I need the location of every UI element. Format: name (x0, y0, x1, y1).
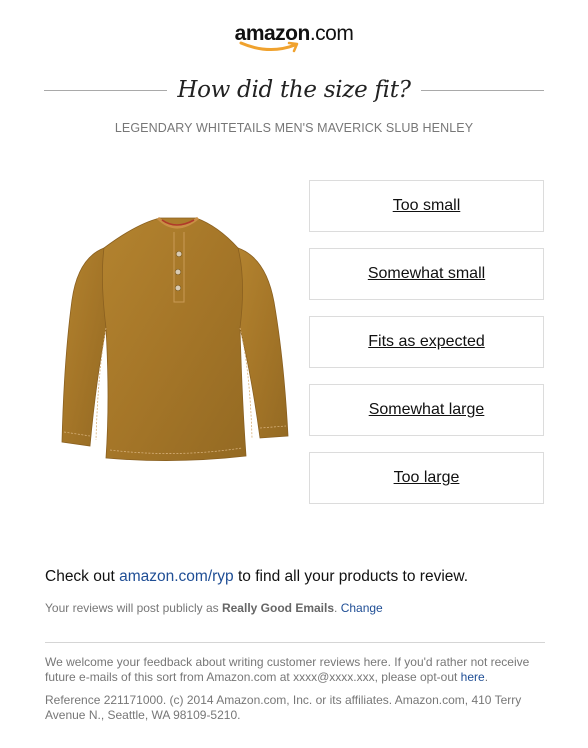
public-reviews-notice: Your reviews will post publicly as Reall… (45, 601, 383, 615)
footer-feedback: We welcome your feedback about writing c… (45, 655, 545, 685)
option-somewhat-large[interactable]: Somewhat large (309, 384, 544, 436)
shirt-right-sleeve (237, 247, 289, 439)
headline-rule-left (44, 89, 168, 91)
headline-row: How did the size fit? (44, 74, 544, 106)
optout-link[interactable]: here (461, 670, 485, 684)
headline-rule-right (420, 89, 544, 91)
change-name-link[interactable]: Change (341, 601, 383, 615)
page-title: How did the size fit? (177, 77, 411, 103)
footer-feedback-text: We welcome your feedback about writing c… (45, 655, 530, 684)
shirt-button (175, 250, 183, 258)
shirt-left-sleeve (61, 247, 107, 447)
option-fits-as-expected[interactable]: Fits as expected (309, 316, 544, 368)
shirt-button (174, 268, 182, 276)
public-period: . (334, 601, 341, 615)
shirt-button (174, 284, 182, 292)
logo-wordmark-tld: .com (309, 22, 354, 45)
ryp-prefix: Check out (45, 568, 120, 585)
amazon-logo[interactable]: amazon.com (0, 22, 588, 53)
product-image[interactable] (56, 210, 292, 468)
footer-legal: Reference 221171000. (c) 2014 Amazon.com… (45, 693, 522, 722)
footer-divider (45, 642, 545, 643)
optout-period: . (484, 670, 489, 684)
option-too-small[interactable]: Too small (309, 180, 544, 232)
amazon-smile-icon (239, 41, 298, 53)
option-somewhat-small[interactable]: Somewhat small (309, 248, 544, 300)
ryp-suffix: to find all your products to review. (233, 568, 469, 585)
public-prefix: Your reviews will post publicly as (45, 601, 222, 615)
product-name: LEGENDARY WHITETAILS MEN'S MAVERICK SLUB… (114, 121, 474, 135)
ryp-message: Check out amazon.com/ryp to find all you… (45, 568, 468, 586)
size-fit-options: Too small Somewhat small Fits as expecte… (309, 180, 544, 520)
option-too-large[interactable]: Too large (309, 452, 544, 504)
reviewer-name: Really Good Emails (221, 601, 335, 615)
ryp-link[interactable]: amazon.com/ryp (119, 568, 234, 585)
